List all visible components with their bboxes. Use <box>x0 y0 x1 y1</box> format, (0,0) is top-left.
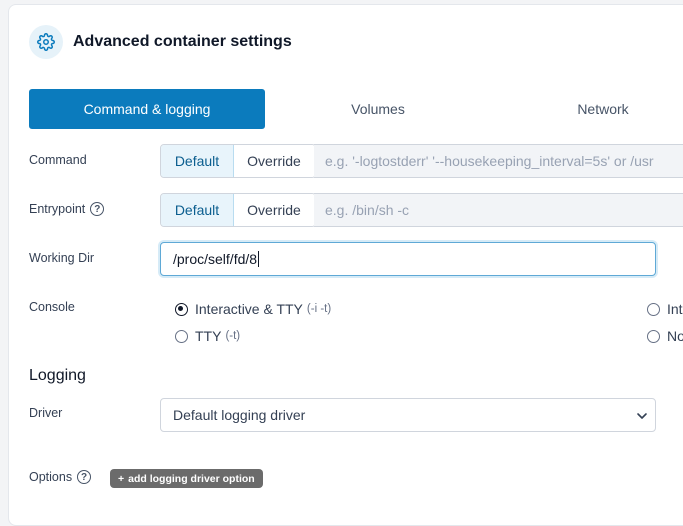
entrypoint-mode-toggle: Default Override <box>160 193 316 227</box>
radio-hint: (-i -t) <box>306 303 332 315</box>
tab-volumes[interactable]: Volumes <box>260 89 496 129</box>
entrypoint-label-text: Entrypoint <box>29 202 86 216</box>
working-dir-input[interactable]: /proc/self/fd/8 <box>160 242 656 276</box>
page-title: Advanced container settings <box>73 33 292 50</box>
tab-network[interactable]: Network <box>485 89 683 129</box>
options-label-text: Options <box>29 470 73 484</box>
add-logging-driver-option-button[interactable]: + add logging driver option <box>110 469 263 488</box>
logging-driver-select[interactable]: Default logging driver <box>160 398 656 432</box>
console-radio-tty[interactable]: TTY (-t) <box>175 328 240 344</box>
console-radio-interactive-tty[interactable]: Interactive & TTY (-i -t) <box>175 301 331 317</box>
radio-hint: (-t) <box>225 330 241 342</box>
command-label: Command <box>29 153 87 167</box>
add-option-label: add logging driver option <box>128 472 255 485</box>
gear-icon <box>29 25 63 59</box>
entrypoint-override-button[interactable]: Override <box>234 194 315 226</box>
working-dir-label-text: Working Dir <box>29 251 95 265</box>
driver-label: Driver <box>29 406 62 420</box>
console-label: Console <box>29 300 75 314</box>
entrypoint-input[interactable]: e.g. /bin/sh -c <box>314 193 683 227</box>
command-default-button[interactable]: Default <box>161 145 234 177</box>
tab-command-logging[interactable]: Command & logging <box>29 89 265 129</box>
radio-unchecked-icon <box>647 329 660 343</box>
plus-icon: + <box>118 472 125 485</box>
radio-label: TTY <box>195 328 222 344</box>
console-radio-none[interactable]: No <box>647 328 683 344</box>
working-dir-value: /proc/self/fd/8 <box>173 251 258 267</box>
chevron-down-icon <box>637 413 647 419</box>
radio-unchecked-icon <box>175 329 188 343</box>
radio-checked-icon <box>175 302 188 316</box>
radio-label: Int <box>667 301 683 317</box>
radio-label: Interactive & TTY <box>195 301 303 317</box>
text-caret <box>258 251 260 267</box>
radio-label: No <box>667 328 683 344</box>
command-input[interactable]: e.g. '-logtostderr' '--housekeeping_inte… <box>314 144 683 178</box>
command-override-button[interactable]: Override <box>234 145 315 177</box>
driver-label-text: Driver <box>29 406 63 420</box>
console-label-text: Console <box>29 300 75 314</box>
console-radio-interactive[interactable]: Int <box>647 301 683 317</box>
entrypoint-default-button[interactable]: Default <box>161 194 234 226</box>
entrypoint-label: Entrypoint ? <box>29 202 105 216</box>
command-mode-toggle: Default Override <box>160 144 316 178</box>
radio-unchecked-icon <box>647 302 660 316</box>
logging-section-title: Logging <box>29 367 86 384</box>
help-icon[interactable]: ? <box>77 470 92 484</box>
working-dir-label: Working Dir <box>29 251 94 265</box>
options-label: Options ? <box>29 470 92 484</box>
logging-driver-value: Default logging driver <box>173 407 306 423</box>
command-label-text: Command <box>29 153 87 167</box>
help-icon[interactable]: ? <box>90 202 105 216</box>
